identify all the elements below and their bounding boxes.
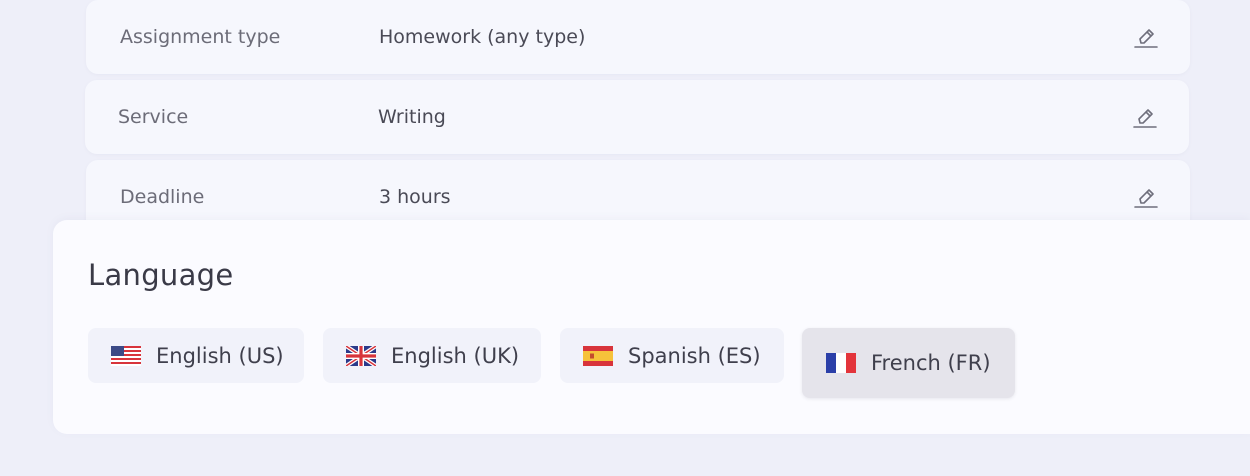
field-label: Assignment type — [120, 26, 281, 48]
field-row-assignment-type: Assignment type Homework (any type) — [86, 0, 1190, 74]
language-option-english-us[interactable]: English (US) — [88, 328, 304, 383]
france-flag-icon — [826, 353, 856, 373]
language-option-label: English (UK) — [391, 343, 520, 368]
edit-pencil-icon[interactable] — [1132, 184, 1160, 212]
edit-pencil-icon[interactable] — [1131, 104, 1159, 132]
spain-flag-icon — [583, 345, 613, 366]
language-panel: Language English (US) English (UK) Spani… — [53, 220, 1250, 434]
language-option-label: English (US) — [156, 343, 284, 368]
field-row-service: Service Writing — [85, 80, 1189, 154]
language-option-spanish-es[interactable]: Spanish (ES) — [560, 328, 784, 383]
uk-flag-icon — [346, 345, 376, 366]
language-option-label: Spanish (ES) — [628, 343, 761, 368]
language-option-english-uk[interactable]: English (UK) — [323, 328, 541, 383]
language-title: Language — [88, 258, 234, 292]
edit-pencil-icon[interactable] — [1132, 24, 1160, 52]
field-value: Writing — [378, 106, 446, 128]
us-flag-icon — [111, 345, 141, 366]
language-option-label: French (FR) — [871, 351, 991, 375]
field-label: Service — [118, 106, 189, 128]
field-value: Homework (any type) — [379, 26, 586, 48]
language-option-french-fr[interactable]: French (FR) — [802, 328, 1015, 398]
